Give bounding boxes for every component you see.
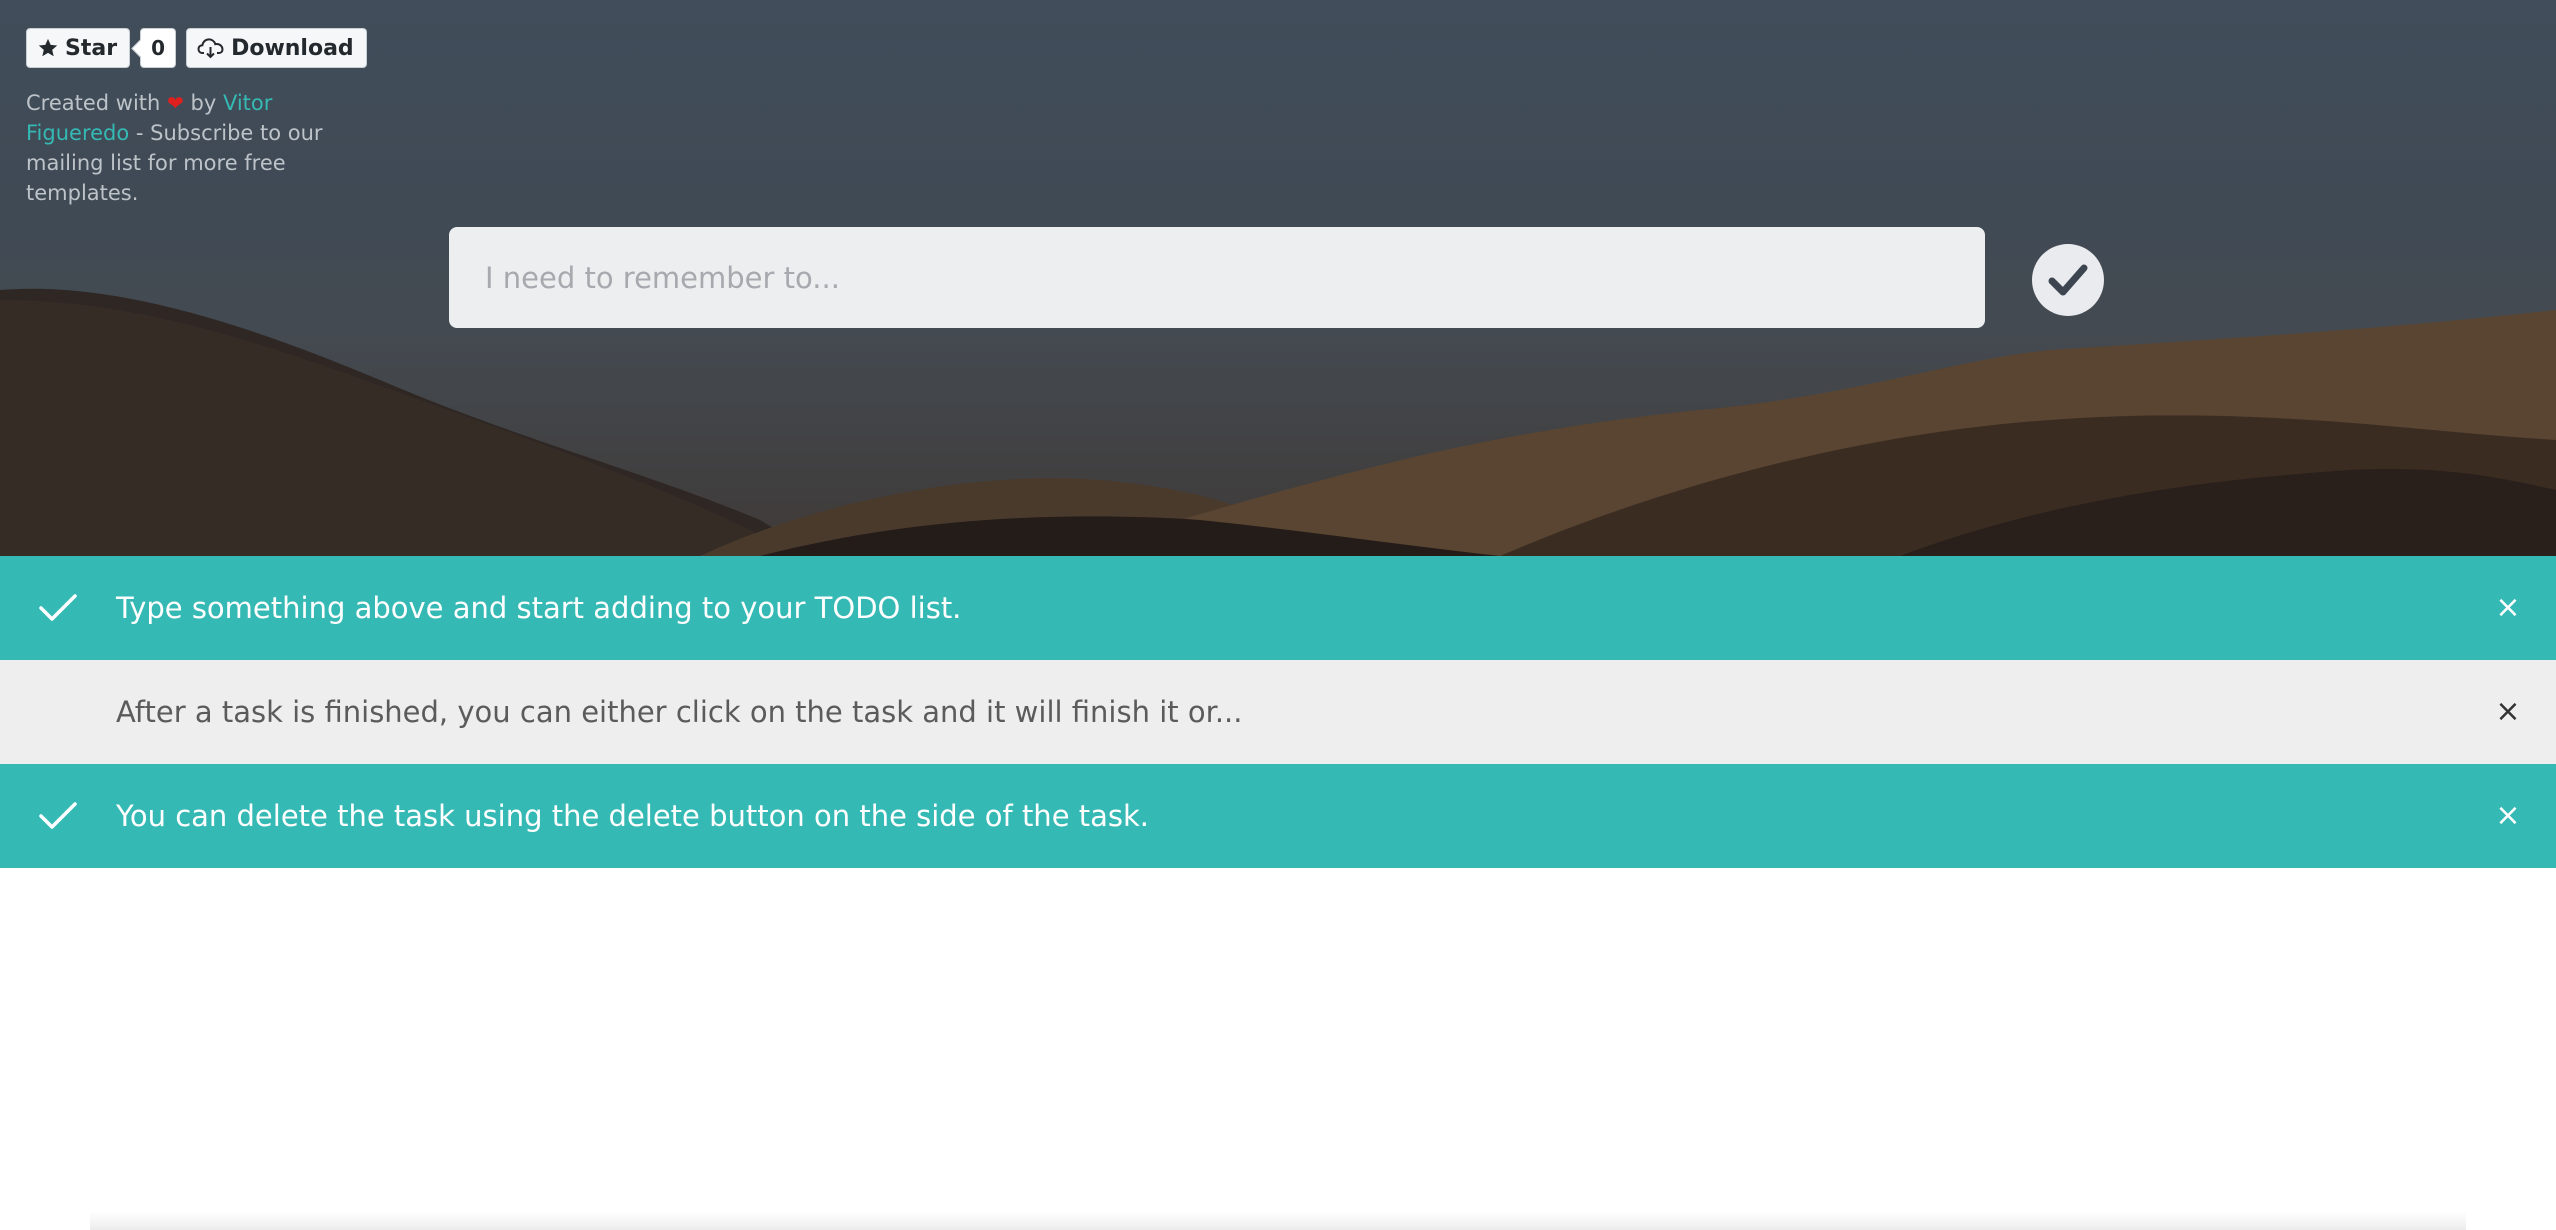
todo-item[interactable]: After a task is finished, you can either… <box>0 660 2556 764</box>
add-task-button[interactable] <box>2032 244 2104 316</box>
todo-list: Type something above and start adding to… <box>0 556 2556 868</box>
delete-button[interactable]: × <box>2490 798 2526 834</box>
done-check[interactable] <box>0 556 116 660</box>
done-check[interactable] <box>0 660 116 764</box>
heart-icon: ❤ <box>167 91 184 115</box>
close-icon: × <box>2495 694 2521 729</box>
star-icon <box>38 38 58 57</box>
credit-text: Created with ❤ by Vitor Figueredo - Subs… <box>26 88 336 208</box>
todo-item[interactable]: You can delete the task using the delete… <box>0 764 2556 868</box>
download-button[interactable]: Download <box>186 28 367 68</box>
cloud-download-icon <box>197 38 224 59</box>
close-icon: × <box>2495 798 2521 833</box>
checkmark-icon <box>39 594 77 621</box>
todo-item[interactable]: Type something above and start adding to… <box>0 556 2556 660</box>
checkmark-icon <box>39 802 77 829</box>
task-input[interactable] <box>449 227 1985 328</box>
bottom-shadow <box>90 1212 2466 1230</box>
done-check[interactable] <box>0 764 116 868</box>
credit-by: by <box>190 91 217 115</box>
hero-banner: Star 0 Download Created with ❤ by Vitor … <box>0 0 2556 556</box>
credit-prefix: Created with <box>26 91 161 115</box>
delete-button[interactable]: × <box>2490 694 2526 730</box>
checkmark-icon <box>2048 264 2088 296</box>
star-count[interactable]: 0 <box>140 28 177 68</box>
todo-text: Type something above and start adding to… <box>116 591 962 625</box>
star-button[interactable]: Star <box>26 28 131 68</box>
download-label: Download <box>231 35 354 61</box>
delete-button[interactable]: × <box>2490 590 2526 626</box>
todo-text: You can delete the task using the delete… <box>116 799 1150 833</box>
star-label: Star <box>65 35 118 61</box>
close-icon: × <box>2495 590 2521 625</box>
todo-text: After a task is finished, you can either… <box>116 695 1243 729</box>
github-buttons: Star 0 Download <box>26 28 367 68</box>
